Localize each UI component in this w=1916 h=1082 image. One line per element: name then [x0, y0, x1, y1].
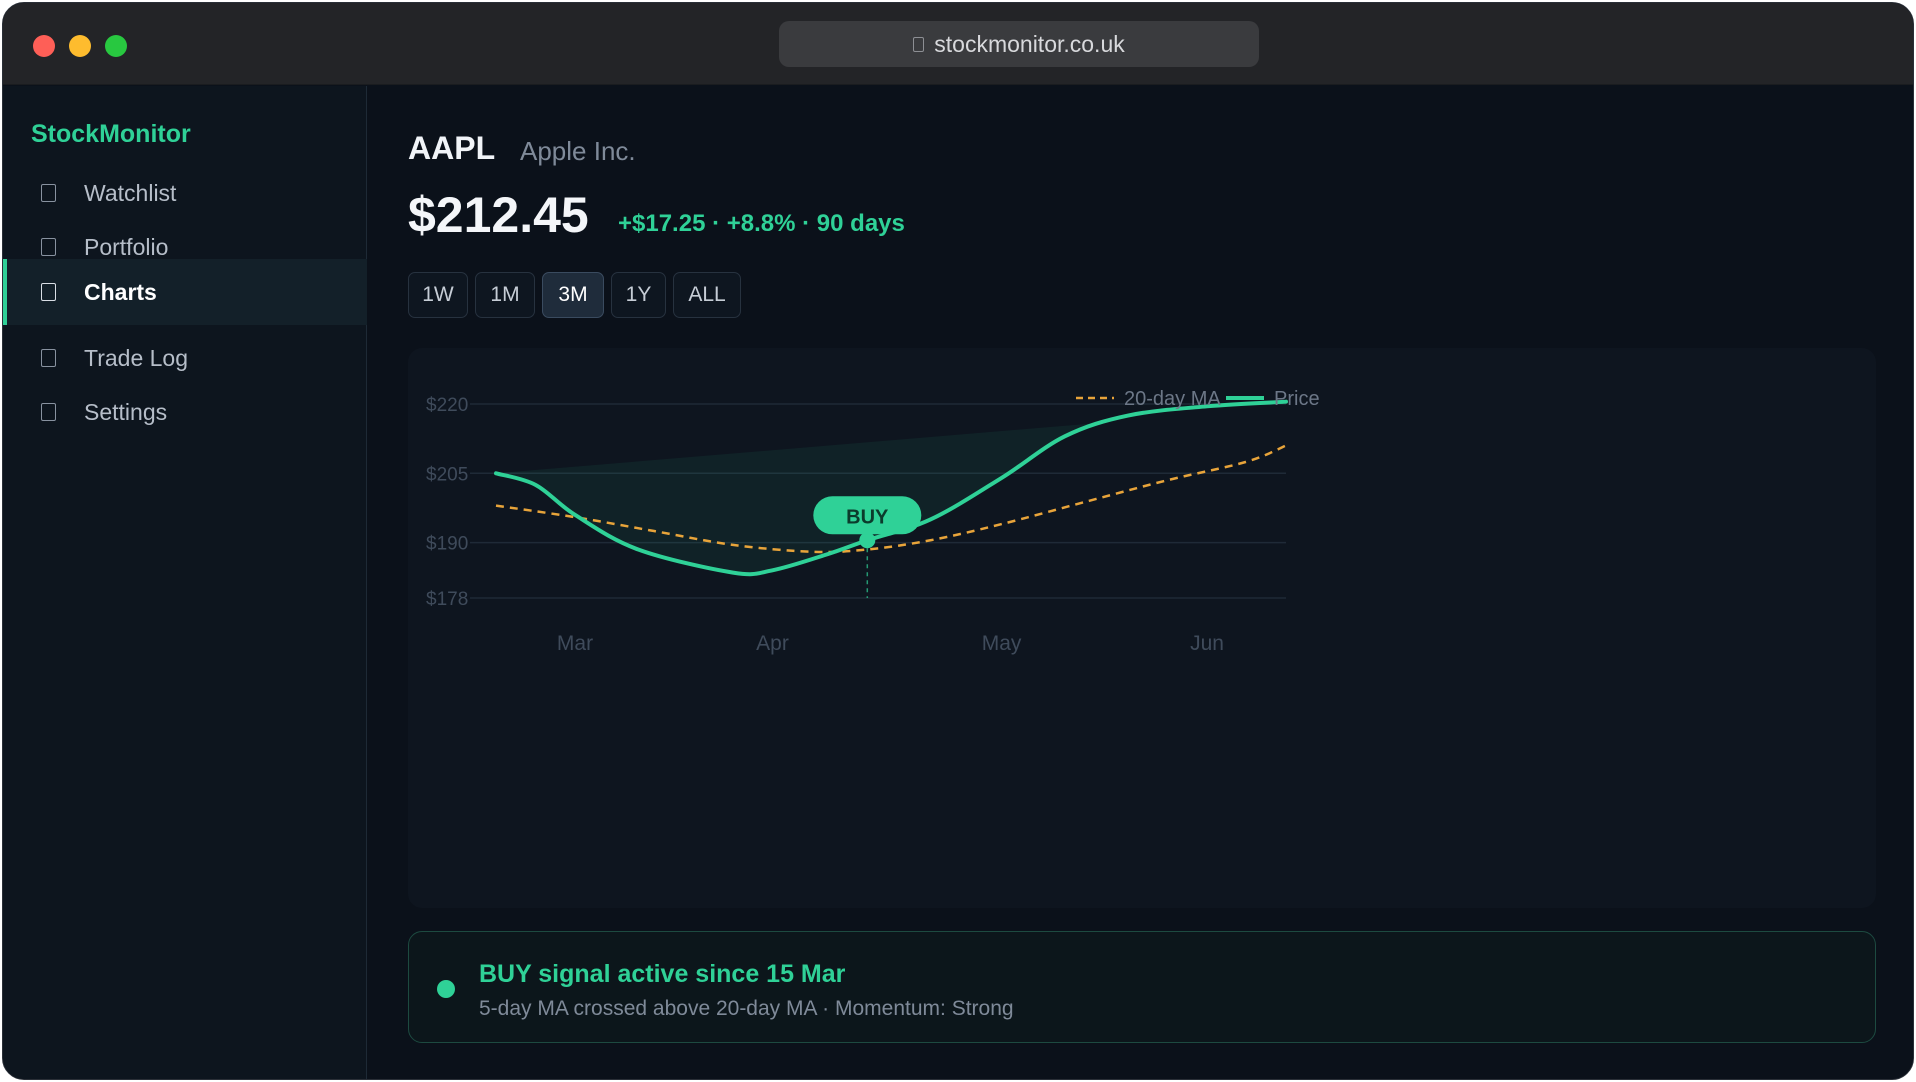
address-bar[interactable]: stockmonitor.co.uk — [779, 21, 1259, 67]
sidebar: StockMonitor Watchlist Portfolio Charts … — [3, 86, 367, 1079]
charts-icon — [41, 283, 56, 301]
main-content: AAPL Apple Inc. $212.45 +$17.25 · +8.8% … — [368, 86, 1913, 1079]
y-tick-label: $178 — [426, 589, 468, 610]
x-tick-label: May — [982, 632, 1022, 655]
signal-status-dot — [437, 980, 455, 998]
lock-icon — [913, 36, 925, 52]
brand-logo[interactable]: StockMonitor — [31, 120, 191, 149]
legend-ma-label: 20-day MA — [1124, 388, 1221, 410]
ticker-symbol: AAPL — [408, 130, 496, 166]
company-name: Apple Inc. — [520, 136, 636, 166]
sidebar-item-label: Trade Log — [84, 344, 188, 371]
minimize-window-button[interactable] — [69, 35, 91, 57]
portfolio-icon — [41, 238, 56, 256]
sidebar-item-label: Settings — [84, 398, 168, 425]
signal-banner: BUY signal active since 15 Mar 5-day MA … — [408, 931, 1876, 1043]
url-text: stockmonitor.co.uk — [934, 30, 1125, 57]
x-tick-label: Jun — [1190, 632, 1224, 655]
price-chart-svg: $220 $205 $190 $178 Mar Apr May Jun BUY 20-day MA… — [426, 388, 1320, 655]
buy-marker-point — [859, 532, 876, 549]
trade-log-icon — [41, 349, 56, 367]
range-button-1m[interactable]: 1M — [475, 272, 535, 318]
x-tick-label: Apr — [756, 632, 789, 655]
sidebar-item-label: Watchlist — [84, 179, 177, 206]
current-price: $212.45 — [408, 187, 589, 243]
maximize-window-button[interactable] — [105, 35, 127, 57]
x-tick-label: Mar — [557, 632, 593, 655]
legend-price-label: Price — [1274, 388, 1320, 410]
sidebar-item-label: Charts — [84, 278, 157, 305]
y-tick-label: $205 — [426, 464, 468, 485]
range-button-1y[interactable]: 1Y — [611, 272, 666, 318]
browser-window: stockmonitor.co.uk StockMonitor Watchlis… — [2, 2, 1914, 1080]
gain-area — [496, 422, 1105, 575]
range-button-3m[interactable]: 3M — [542, 272, 604, 318]
price-change: +$17.25 · +8.8% · 90 days — [618, 210, 905, 237]
close-window-button[interactable] — [33, 35, 55, 57]
range-button-all[interactable]: ALL — [673, 272, 741, 318]
watchlist-icon — [41, 184, 56, 202]
y-tick-label: $220 — [426, 395, 468, 416]
title-bar: stockmonitor.co.uk — [3, 3, 1913, 85]
y-tick-label: $190 — [426, 534, 468, 555]
sidebar-item-charts[interactable]: Charts — [3, 259, 367, 325]
price-chart: $220 $205 $190 $178 Mar Apr May Jun BUY 20-day MA… — [408, 348, 1876, 908]
settings-icon — [41, 403, 56, 421]
sidebar-item-settings[interactable]: Settings — [3, 379, 367, 445]
sidebar-item-label: Portfolio — [84, 233, 169, 260]
range-button-1w[interactable]: 1W — [408, 272, 468, 318]
signal-title: BUY signal active since 15 Mar — [479, 960, 846, 988]
signal-subtitle: 5-day MA crossed above 20-day MA · Momen… — [479, 997, 1014, 1020]
buy-badge-label: BUY — [846, 506, 889, 528]
